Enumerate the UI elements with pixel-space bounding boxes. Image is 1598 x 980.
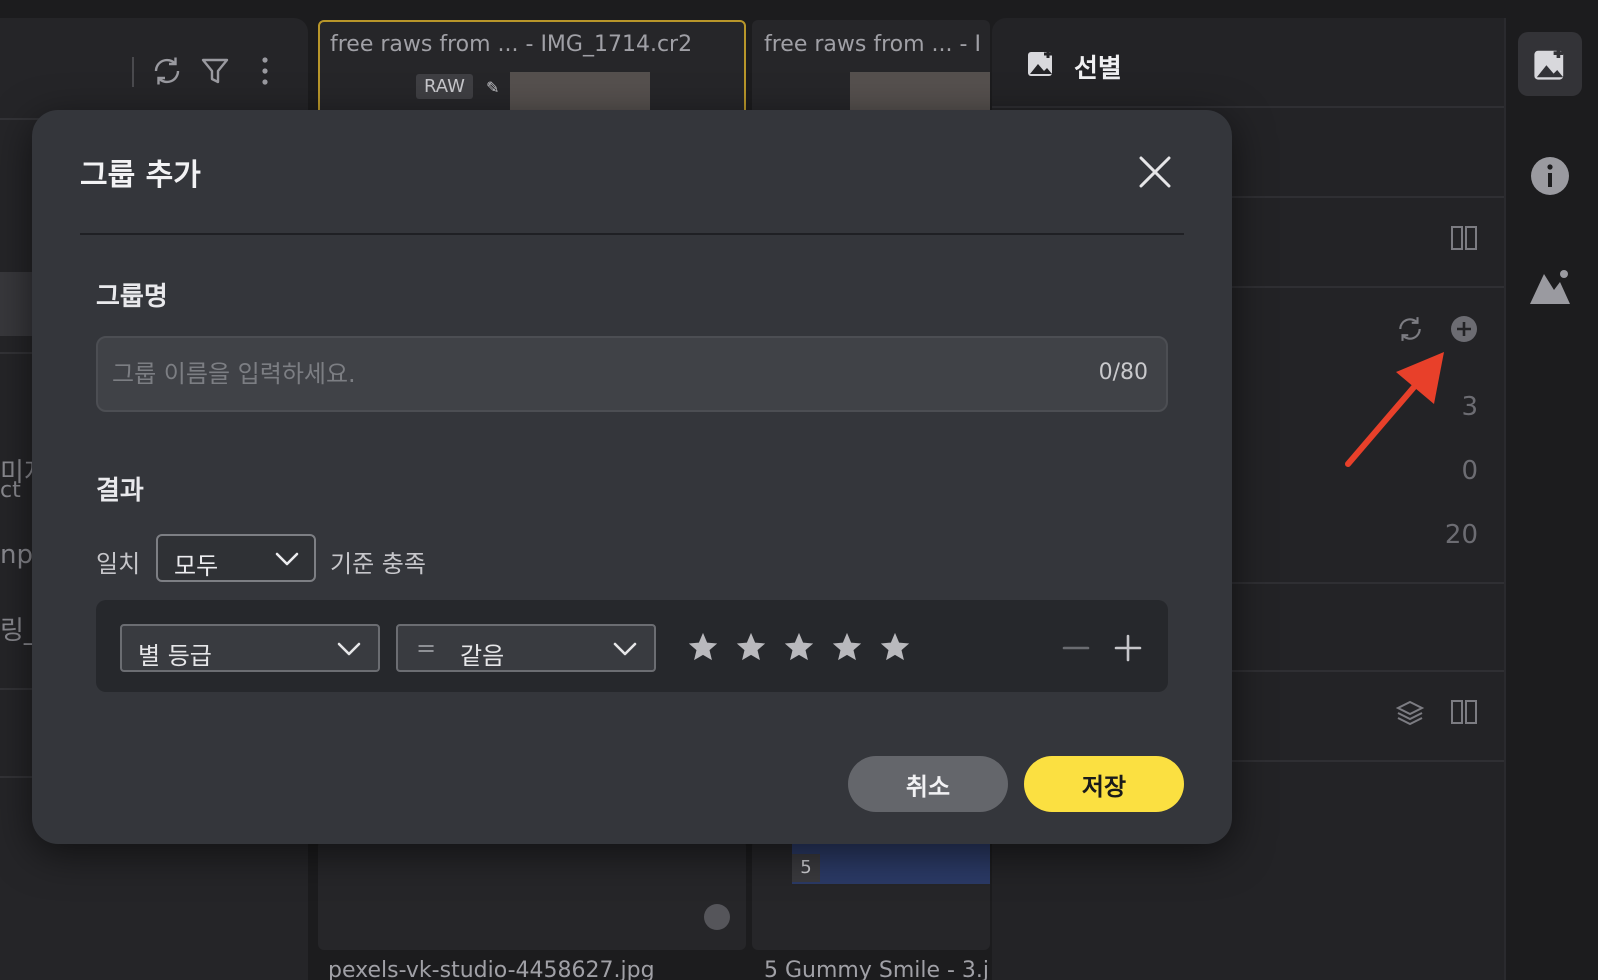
add-group-icon[interactable] bbox=[1446, 314, 1482, 350]
cancel-button[interactable]: 취소 bbox=[848, 756, 1008, 812]
group-name-label: 그룹명 bbox=[96, 282, 168, 312]
thumbnail-title: free raws from ... - I bbox=[764, 32, 981, 57]
group-name-input[interactable] bbox=[112, 338, 1052, 410]
match-mode-value: 모두 bbox=[174, 552, 219, 580]
more-options-icon[interactable] bbox=[248, 54, 282, 88]
info-icon[interactable] bbox=[1530, 156, 1570, 196]
thumbnail-title: free raws from ... - IMG_1714.cr2 bbox=[330, 32, 693, 57]
right-panel-title: 선별 bbox=[1074, 54, 1122, 84]
filter-icon[interactable] bbox=[198, 54, 232, 88]
thumbnail-title: pexels-vk-studio-4458627.jpg bbox=[328, 958, 655, 980]
dialog-divider bbox=[80, 233, 1184, 235]
save-button[interactable]: 저장 bbox=[1024, 756, 1184, 812]
thumbnail-card[interactable]: free raws from ... - I bbox=[752, 20, 990, 120]
toolbar-separator bbox=[132, 57, 134, 87]
criteria-field-value: 별 등급 bbox=[138, 642, 212, 670]
thumbnail-card[interactable] bbox=[318, 840, 746, 950]
star-icon[interactable] bbox=[734, 630, 768, 664]
criteria-operator-dropdown[interactable]: = 같음 bbox=[396, 624, 656, 672]
dialog-title: 그룹 추가 bbox=[80, 158, 201, 193]
group-count: 20 bbox=[1444, 520, 1478, 550]
left-panel-item-label: ct bbox=[0, 478, 21, 503]
thumbnail-title: 5 Gummy Smile - 3.j bbox=[764, 958, 990, 980]
remove-criteria-button[interactable] bbox=[1056, 628, 1096, 668]
adjustments-icon[interactable] bbox=[1528, 266, 1572, 306]
match-prefix-label: 일치 bbox=[96, 550, 141, 578]
star-rating[interactable] bbox=[686, 630, 926, 664]
group-name-field[interactable]: 0/80 bbox=[96, 336, 1168, 412]
thumbnail-card[interactable]: 5 bbox=[752, 840, 990, 950]
image-add-icon bbox=[1026, 48, 1056, 78]
close-icon[interactable] bbox=[1133, 150, 1177, 194]
star-icon[interactable] bbox=[782, 630, 816, 664]
chevron-down-icon bbox=[337, 642, 361, 656]
star-icon[interactable] bbox=[686, 630, 720, 664]
criteria-field-dropdown[interactable]: 별 등급 bbox=[120, 624, 380, 672]
character-counter: 0/80 bbox=[1098, 360, 1148, 385]
status-dot bbox=[704, 904, 730, 930]
refresh-icon[interactable] bbox=[150, 54, 184, 88]
criteria-operator-value: 같음 bbox=[460, 642, 505, 670]
chevron-down-icon bbox=[613, 642, 637, 656]
thumbnail-card-selected[interactable]: free raws from ... - IMG_1714.cr2 RAW ✎ bbox=[318, 20, 746, 122]
operator-symbol: = bbox=[416, 634, 437, 662]
star-icon[interactable] bbox=[878, 630, 912, 664]
add-criteria-button[interactable] bbox=[1108, 628, 1148, 668]
compare-view-icon[interactable] bbox=[1446, 224, 1482, 260]
match-suffix-label: 기준 충족 bbox=[330, 550, 426, 578]
annotation-arrow bbox=[1345, 352, 1444, 467]
result-label: 결과 bbox=[96, 476, 144, 506]
compare-view-icon[interactable] bbox=[1446, 698, 1482, 734]
edit-icon: ✎ bbox=[486, 78, 500, 97]
layers-icon[interactable] bbox=[1392, 698, 1428, 734]
raw-badge: RAW bbox=[416, 74, 473, 99]
add-group-dialog bbox=[32, 110, 1232, 844]
star-icon[interactable] bbox=[830, 630, 864, 664]
thumbnail-image bbox=[792, 840, 990, 884]
refresh-icon[interactable] bbox=[1392, 314, 1428, 350]
right-panel-divider bbox=[992, 106, 1504, 108]
chevron-down-icon bbox=[275, 552, 299, 566]
match-mode-dropdown[interactable]: 모두 bbox=[156, 534, 316, 582]
cull-rail-button[interactable] bbox=[1518, 32, 1582, 96]
thumbnail-number-badge: 5 bbox=[792, 854, 820, 882]
